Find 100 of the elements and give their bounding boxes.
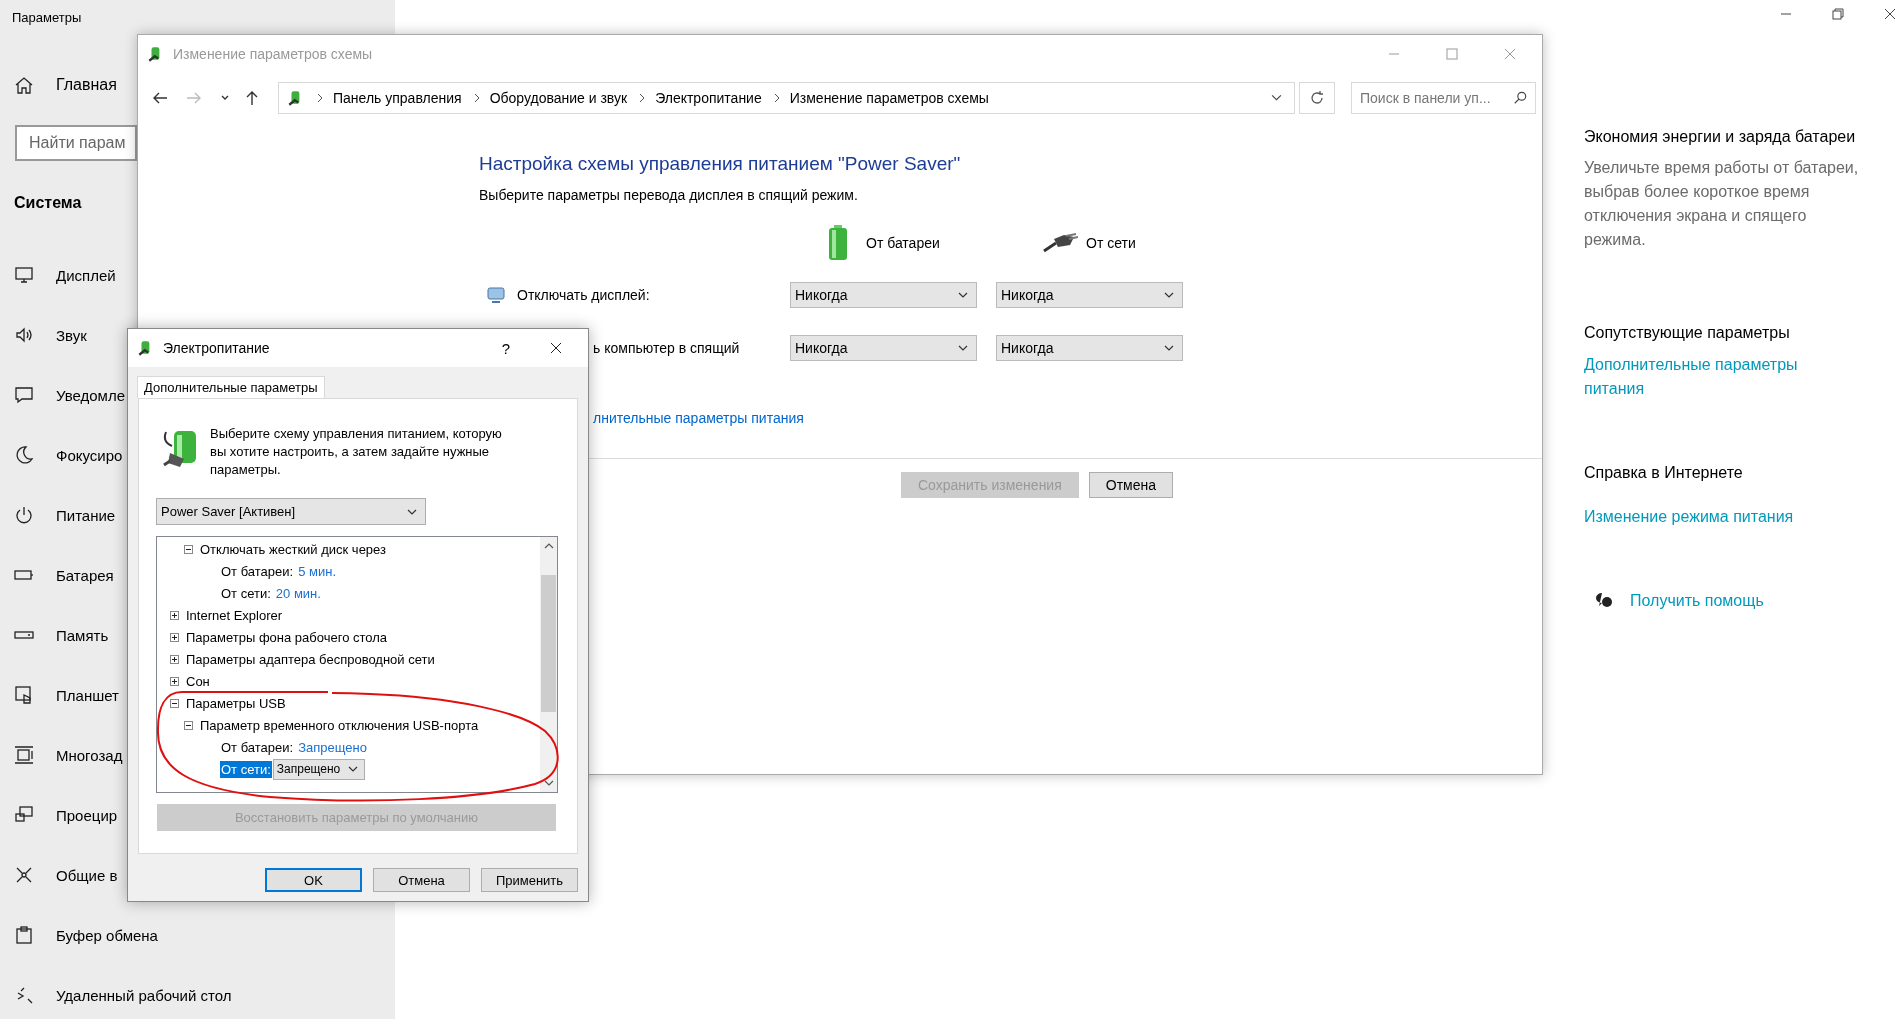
search-icon	[1513, 90, 1527, 105]
home-icon	[14, 75, 34, 95]
expand-icon[interactable]	[170, 610, 179, 620]
chevron-icon	[317, 92, 323, 103]
nav-item[interactable]: Общие в	[56, 866, 118, 884]
nav-item[interactable]: Буфер обмена	[56, 926, 158, 944]
chevron-icon	[639, 92, 646, 103]
nav-item[interactable]: Уведомле	[56, 386, 125, 404]
moon-icon	[14, 445, 34, 465]
tree-item[interactable]: От батареи:	[220, 738, 295, 756]
setting-dropdown[interactable]: Запрещено	[272, 758, 366, 780]
setting-label: Отключать дисплей:	[517, 286, 650, 303]
breadcrumb-item[interactable]: Оборудование и звук	[489, 89, 628, 106]
dialog-title: Электропитание	[163, 340, 271, 356]
setting-value[interactable]: Запрещено	[298, 739, 367, 755]
scrollbar[interactable]	[540, 537, 557, 792]
tree-item[interactable]: От сети:	[220, 584, 272, 602]
chevron-icon	[473, 92, 480, 103]
chevron-icon	[1164, 343, 1174, 353]
tree-item[interactable]: Параметры адаптера беспроводной сети	[185, 650, 436, 668]
tree-item[interactable]: Отключать жесткий диск через	[199, 540, 387, 558]
nav-item[interactable]: Батарея	[56, 566, 114, 584]
breadcrumb-item[interactable]: Изменение параметров схемы	[789, 89, 989, 106]
breadcrumb-item[interactable]: Панель управления	[333, 89, 462, 106]
expand-icon[interactable]	[170, 632, 179, 642]
refresh-button[interactable]	[1299, 81, 1335, 114]
column-header: От батареи	[866, 235, 940, 251]
breadcrumb-item[interactable]: Электропитание	[655, 89, 762, 106]
chevron-icon	[958, 343, 968, 353]
collapse-icon[interactable]	[184, 720, 193, 730]
scheme-dropdown[interactable]: Power Saver [Активен]	[156, 498, 426, 525]
tree-item[interactable]: Параметр временного отключения USB-порта	[199, 716, 480, 734]
tablet-icon	[14, 685, 34, 705]
panel-description: Увеличьте время работы от батареи, выбрав более короткое время отключения экрана и спящего режима.	[1584, 158, 1860, 250]
close-icon[interactable]	[550, 342, 562, 354]
section-title: Система	[14, 193, 83, 213]
panel-heading: Сопутствующие параметры	[1584, 323, 1791, 343]
tree-item[interactable]: От сети:	[220, 760, 272, 778]
apply-button[interactable]: Применить	[481, 868, 578, 892]
nav-item[interactable]: Звук	[56, 326, 87, 344]
close-icon[interactable]	[1884, 8, 1896, 20]
monitor-icon	[14, 265, 34, 285]
tab[interactable]: Дополнительные параметры	[137, 376, 325, 398]
projector-icon	[14, 805, 34, 825]
tree-item[interactable]: От батареи:	[220, 562, 295, 580]
dropdown[interactable]: Никогда	[790, 335, 977, 361]
multitask-icon	[14, 745, 34, 765]
panel-heading: Справка в Интернете	[1584, 463, 1744, 483]
nav-item[interactable]: Многозад	[56, 746, 123, 764]
dropdown[interactable]: Никогда	[790, 282, 977, 308]
help-button[interactable]: ?	[501, 339, 510, 357]
collapse-icon[interactable]	[184, 544, 193, 554]
ok-button[interactable]: OK	[265, 868, 362, 892]
tree-item[interactable]: Internet Explorer	[185, 606, 284, 624]
collapse-icon[interactable]	[170, 698, 179, 708]
setting-value[interactable]: 20 мин.	[275, 585, 321, 601]
up-icon[interactable]	[244, 89, 260, 106]
address-bar[interactable]: Панель управления Оборудование и звук Электропитание Изменение параметров схемы	[278, 81, 1295, 114]
nav-item[interactable]: Удаленный рабочий стол	[56, 986, 232, 1004]
chevron-icon	[958, 290, 968, 300]
nav-item[interactable]: Проецир	[56, 806, 118, 824]
restore-icon[interactable]	[1832, 8, 1844, 20]
nodes-icon	[14, 865, 34, 885]
nav-item[interactable]: Память	[56, 626, 109, 644]
page-subheading: Выберите параметры перевода дисплея в спящий режим.	[479, 186, 859, 205]
page-heading: Настройка схемы управления питанием "Power Saver"	[479, 152, 962, 176]
power-icon	[14, 505, 34, 525]
app-title: Параметры	[11, 9, 83, 25]
nav-item[interactable]: Питание	[56, 506, 116, 524]
chevron-icon	[773, 92, 780, 103]
tree-item[interactable]: Параметры фона рабочего стола	[185, 628, 389, 646]
scroll-up-icon[interactable]	[543, 541, 554, 551]
cancel-button[interactable]: Отмена	[1088, 472, 1173, 498]
power-options-link[interactable]: лнительные параметры питания	[593, 410, 1542, 426]
column-header: От сети	[1086, 235, 1136, 251]
speaker-icon	[14, 325, 34, 345]
setting-label: ь компьютер в спящий	[593, 339, 740, 356]
dropdown[interactable]: Никогда	[996, 282, 1183, 308]
nav-item[interactable]: Дисплей	[56, 266, 116, 284]
search-field[interactable]: Найти парам	[15, 125, 137, 161]
message-icon	[14, 385, 34, 405]
home-link[interactable]: Главная	[56, 76, 117, 94]
refresh-icon	[1309, 89, 1325, 106]
battery-icon	[828, 225, 848, 261]
tree-item[interactable]: Сон	[185, 672, 211, 690]
chevron-icon[interactable]	[1271, 92, 1282, 103]
expand-icon[interactable]	[170, 676, 179, 686]
nav-item[interactable]: Планшет	[56, 686, 119, 704]
tree-item[interactable]: Параметры USB	[185, 694, 287, 712]
instruction-text: Выберите схему управления питанием, которую вы хотите настроить, а затем задайте нужные параметры.	[210, 425, 503, 479]
nav-item[interactable]: Фокусиро	[56, 446, 123, 464]
cancel-button[interactable]: Отмена	[373, 868, 470, 892]
window-title: Изменение параметров схемы	[173, 46, 374, 62]
setting-value[interactable]: 5 мин.	[298, 563, 336, 579]
expand-icon[interactable]	[170, 654, 179, 664]
clipboard-icon	[14, 925, 34, 945]
monitor-icon	[487, 286, 505, 303]
scroll-down-icon[interactable]	[543, 778, 554, 788]
chevron-icon	[348, 764, 359, 774]
dropdown[interactable]: Никогда	[996, 335, 1183, 361]
